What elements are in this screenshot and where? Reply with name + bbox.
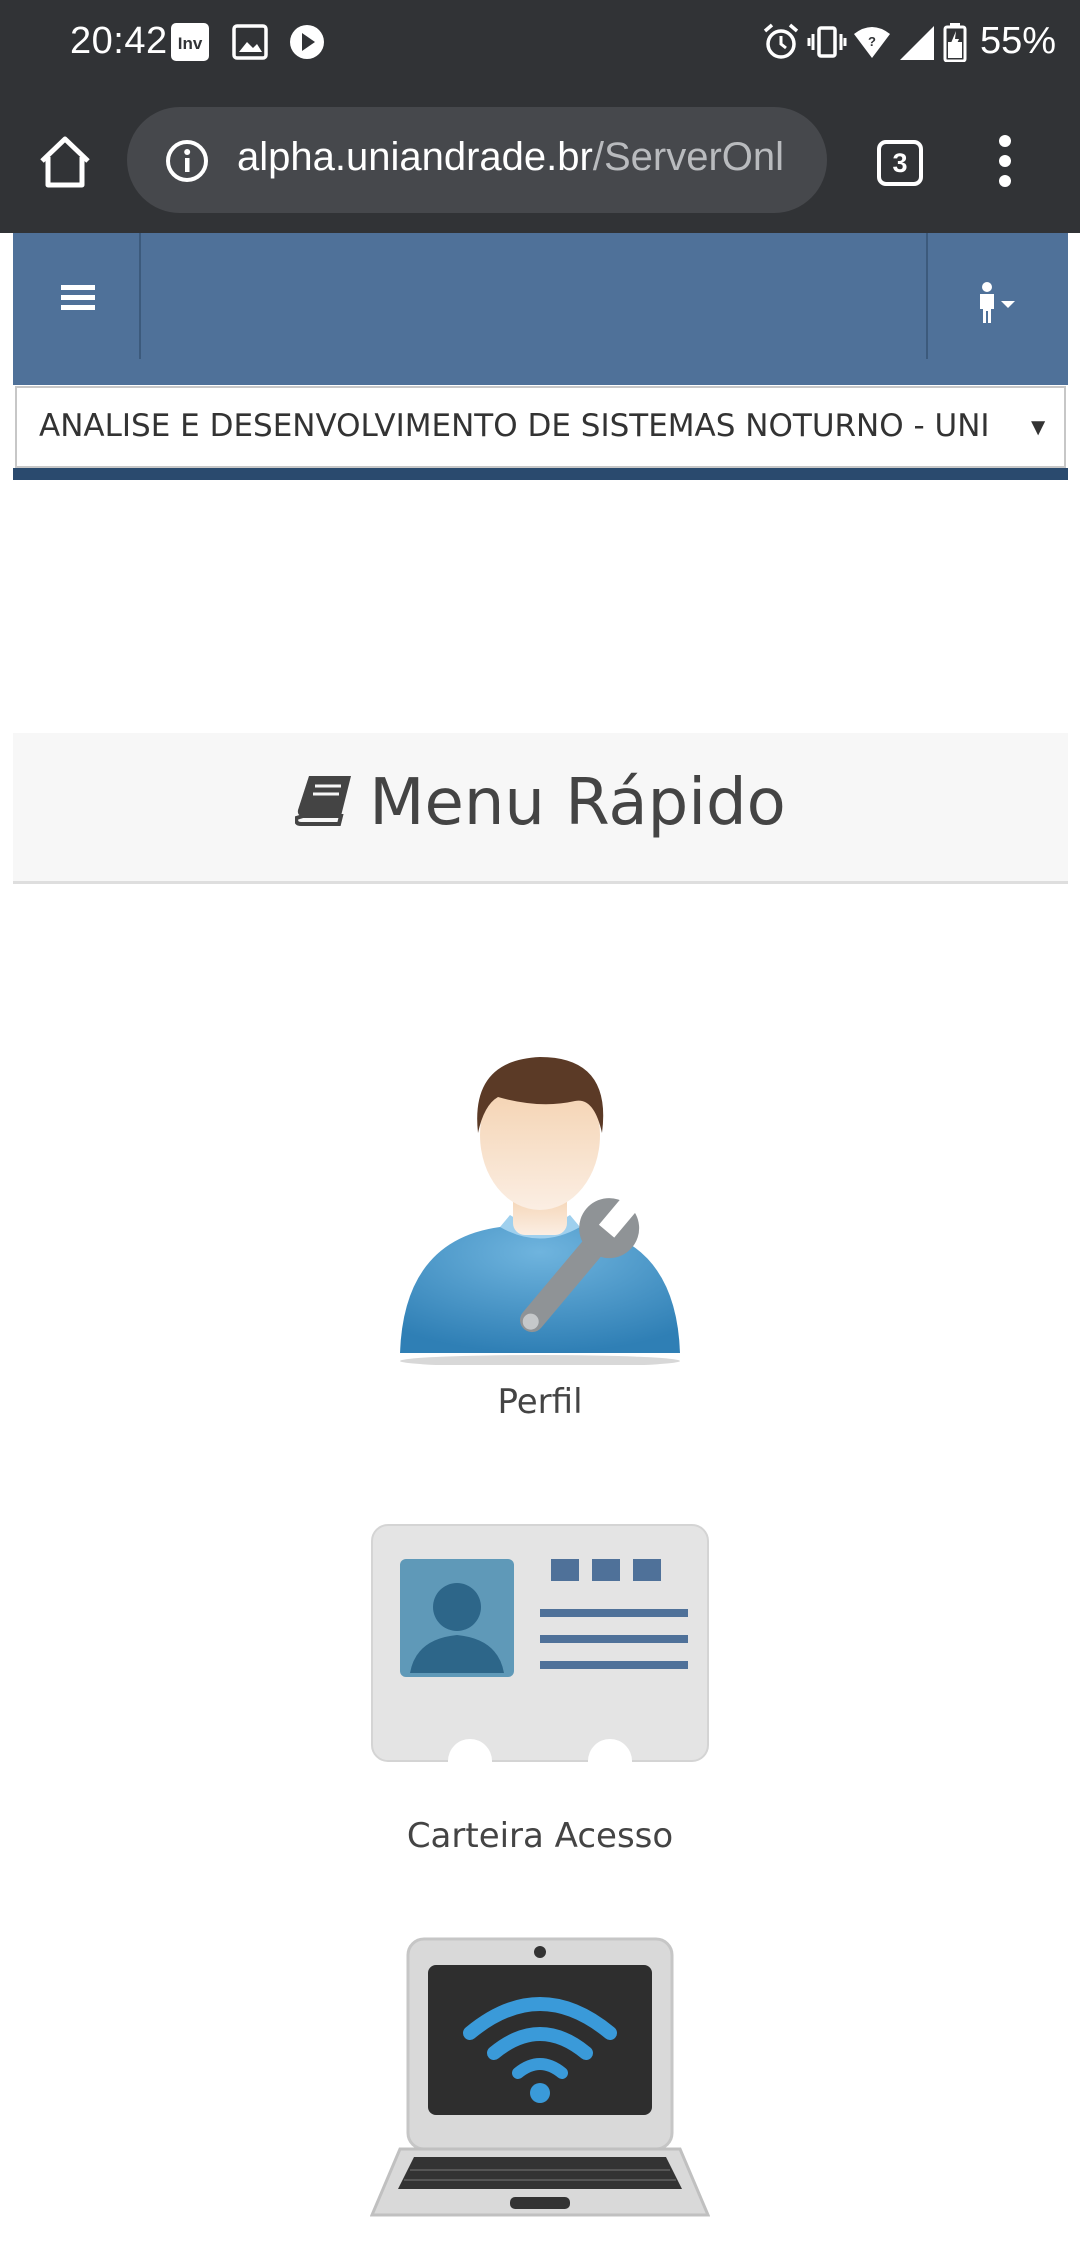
address-bar[interactable]: alpha.uniandrade.br/ServerOnl xyxy=(127,107,827,213)
course-select-value: ANALISE E DESENVOLVIMENTO DE SISTEMAS NO… xyxy=(39,408,990,444)
status-bar: 20:42 Inv ? 55% xyxy=(0,0,1080,95)
quick-menu-item-perfil[interactable] xyxy=(0,1035,1080,1365)
url-host: alpha.uniandrade.br xyxy=(237,135,593,179)
svg-text:?: ? xyxy=(868,34,876,49)
quick-menu-item-carteira[interactable] xyxy=(0,1523,1080,1763)
browser-toolbar: alpha.uniandrade.br/ServerOnl 3 xyxy=(0,95,1080,233)
image-notification-icon xyxy=(232,24,268,60)
book-icon xyxy=(295,776,352,827)
profile-settings-icon xyxy=(400,1057,680,1365)
quick-menu-header: Menu Rápido xyxy=(13,733,1068,884)
app-notification-icon: Inv xyxy=(171,23,209,61)
cell-signal-icon xyxy=(900,26,934,60)
wifi-icon: ? xyxy=(854,27,890,58)
laptop-wifi-icon xyxy=(370,1937,710,2217)
quick-menu-title: Menu Rápido xyxy=(13,733,1068,873)
battery-percent: 55% xyxy=(979,20,1056,62)
overflow-menu-icon[interactable] xyxy=(990,135,1020,191)
url-path: /ServerOnl xyxy=(592,135,785,179)
select-caret-icon: ▼ xyxy=(1026,414,1050,441)
quick-menu-title-text: Menu Rápido xyxy=(369,766,786,840)
quick-menu-item-wifi[interactable] xyxy=(0,1935,1080,2246)
svg-text:Inv: Inv xyxy=(178,34,203,53)
play-notification-icon xyxy=(290,25,324,59)
alarm-icon xyxy=(763,23,799,59)
url-text[interactable]: alpha.uniandrade.br/ServerOnl xyxy=(237,135,817,189)
status-time: 20:42 xyxy=(70,20,168,62)
quick-menu-label[interactable]: Carteira Acesso xyxy=(0,1816,1080,1856)
quick-menu-label[interactable]: Perfil xyxy=(0,1382,1080,1422)
info-icon[interactable] xyxy=(165,139,209,183)
id-card-icon xyxy=(371,1524,709,1763)
header-divider xyxy=(139,233,141,359)
home-icon[interactable] xyxy=(30,127,100,197)
tab-switcher-button[interactable]: 3 xyxy=(877,140,923,186)
header-divider xyxy=(926,233,928,359)
vibrate-icon xyxy=(807,26,847,58)
site-header xyxy=(13,233,1068,385)
header-bottom-bar xyxy=(13,468,1068,480)
user-dropdown-icon[interactable] xyxy=(971,279,1041,329)
hamburger-menu-icon[interactable] xyxy=(61,285,95,315)
course-select[interactable]: ANALISE E DESENVOLVIMENTO DE SISTEMAS NO… xyxy=(15,386,1066,468)
battery-icon xyxy=(943,23,967,62)
